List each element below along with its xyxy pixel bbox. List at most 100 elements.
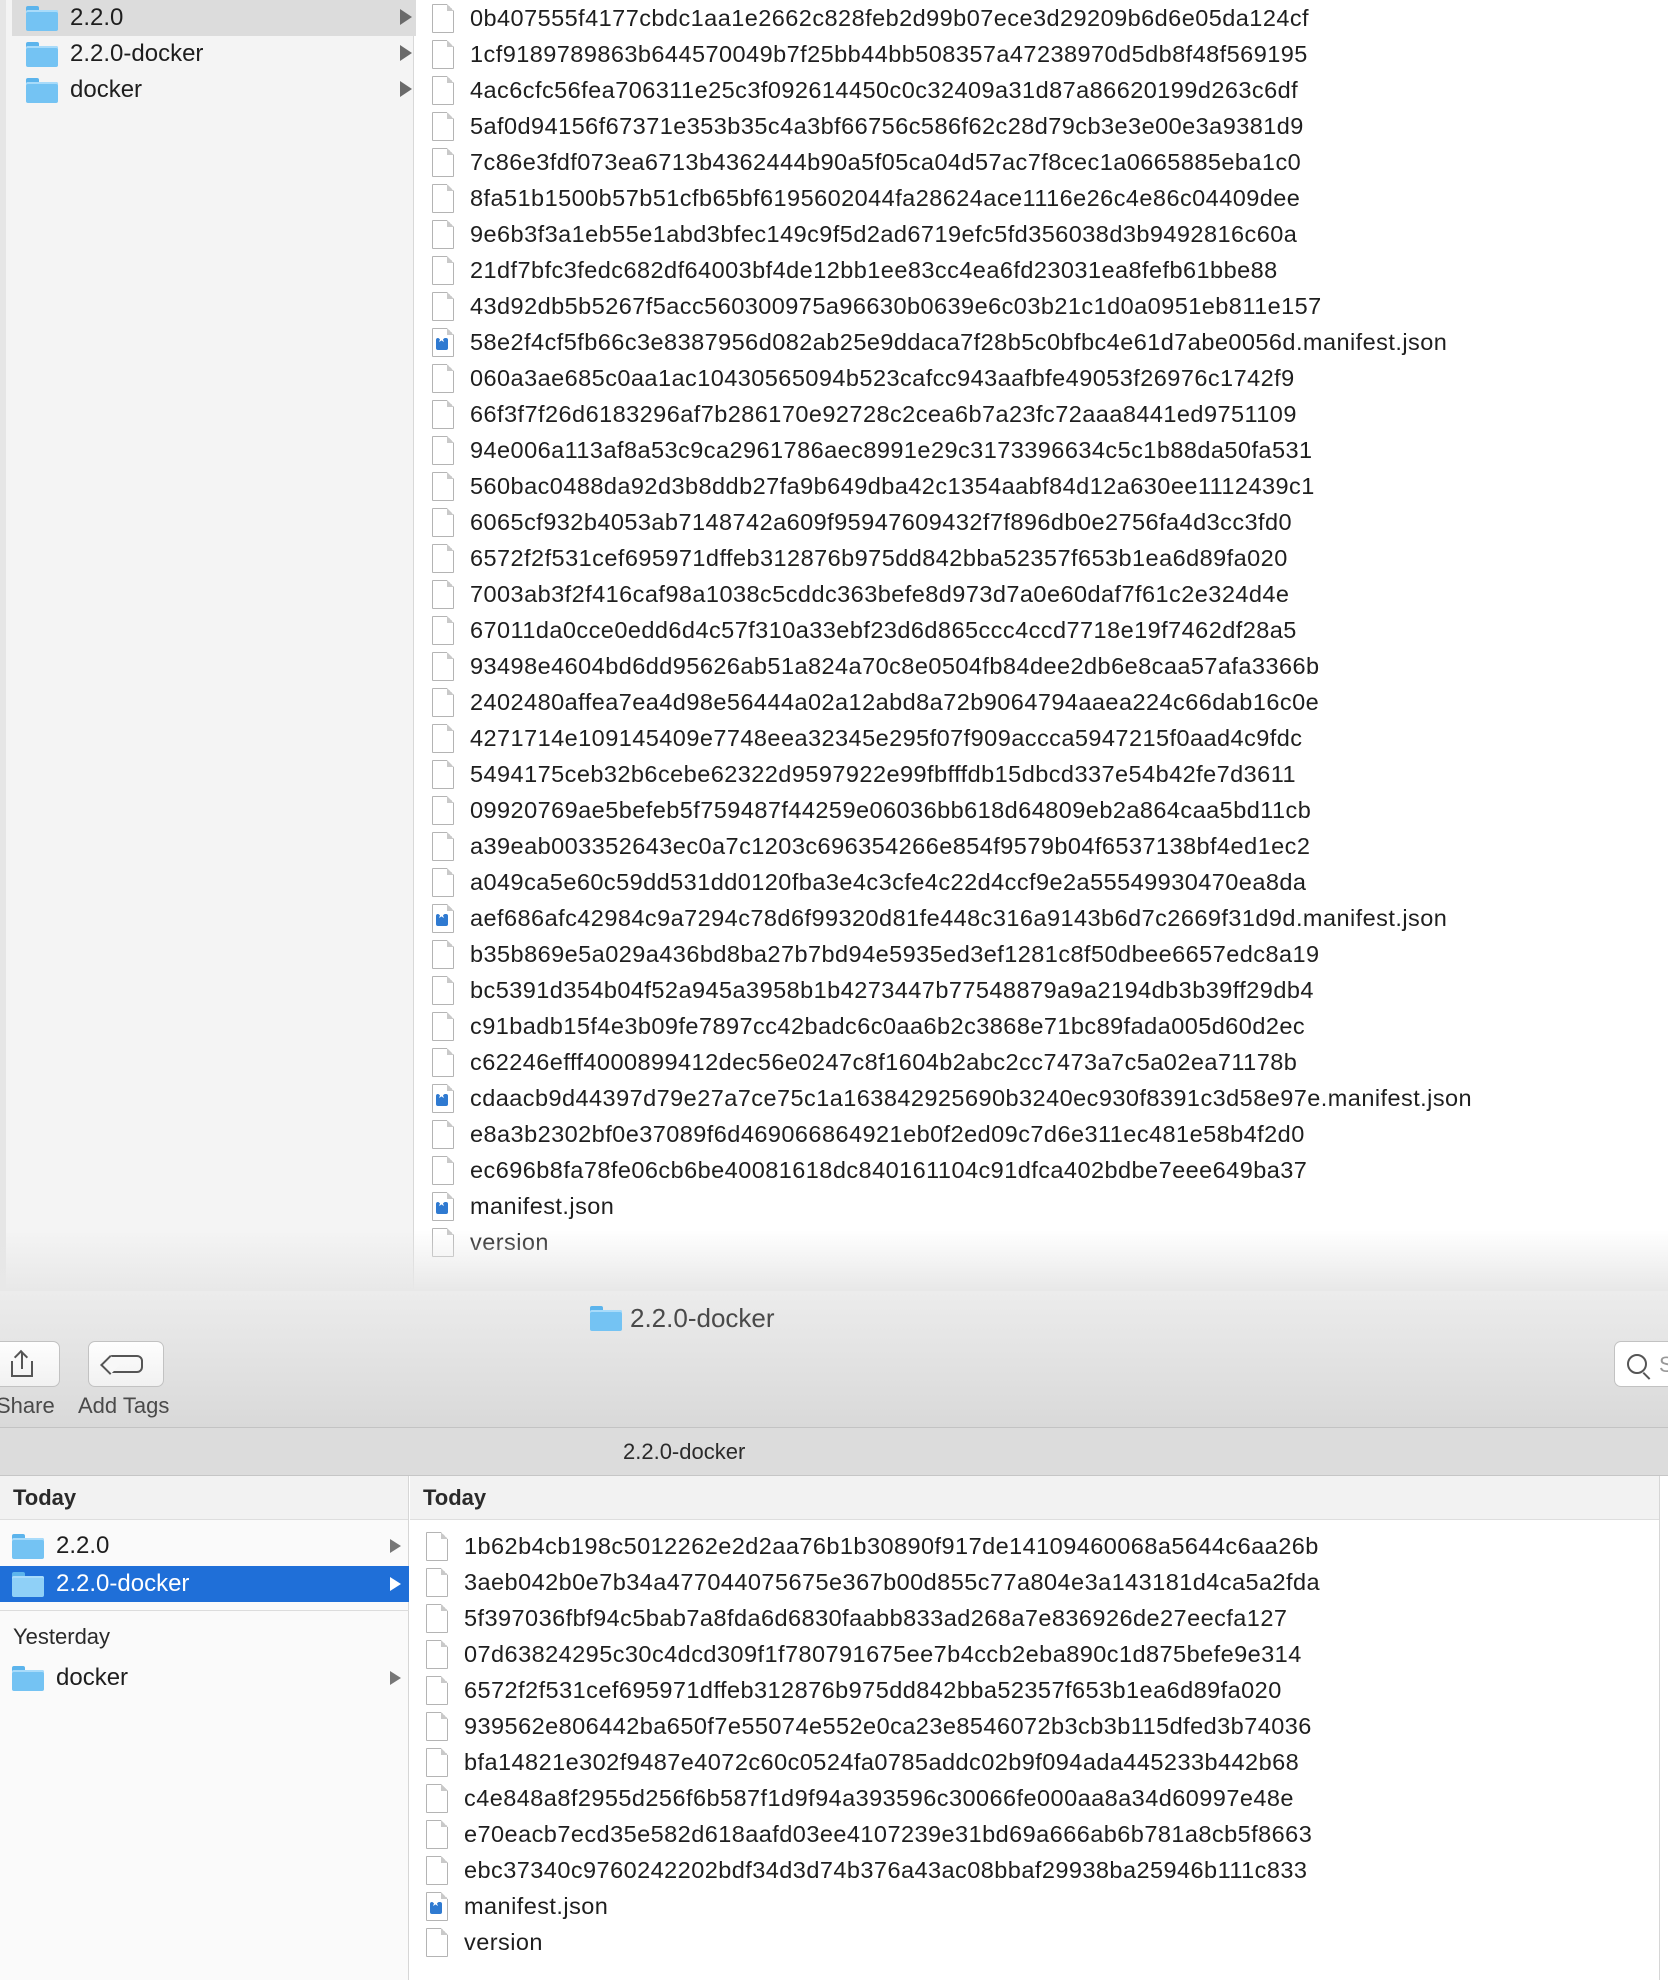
file-row[interactable]: 4271714e109145409e7748eea32345e295f07f90…: [432, 720, 1303, 756]
file-name: 939562e806442ba650f7e55074e552e0ca23e854…: [464, 1712, 1312, 1739]
file-row[interactable]: 060a3ae685c0aa1ac10430565094b523cafcc943…: [432, 360, 1295, 396]
file-row[interactable]: 6572f2f531cef695971dffeb312876b975dd842b…: [432, 540, 1288, 576]
upper-finder-window: 2.2.0 2.2.0-docker docker 0b407555f4177cbd…: [0, 0, 1668, 1291]
file-row[interactable]: c62246efff4000899412dec56e0247c8f1604b2a…: [432, 1044, 1297, 1080]
file-row[interactable]: 2402480affea7ea4d98e56444a02a12abd8a72b9…: [432, 684, 1319, 720]
file-row[interactable]: 560bac0488da92d3b8ddb27fa9b649dba42c1354…: [432, 468, 1315, 504]
file-row[interactable]: 7c86e3fdf073ea6713b4362444b90a5f05ca04d5…: [432, 144, 1301, 180]
document-icon: [432, 615, 454, 645]
file-row[interactable]: 94e006a113af8a53c9ca2961786aec8991e29c31…: [432, 432, 1313, 468]
file-name: 09920769ae5befeb5f759487f44259e06036bb61…: [470, 796, 1312, 823]
file-row[interactable]: 66f3f7f26d6183296af7b286170e92728c2cea6b…: [432, 396, 1297, 432]
file-row[interactable]: 1b62b4cb198c5012262e2d2aa76b1b30890f917d…: [426, 1528, 1319, 1564]
file-row[interactable]: ★ cdaacb9d44397d79e27a7ce75c1a16384292569…: [432, 1080, 1472, 1116]
file-row[interactable]: 8fa51b1500b57b51cfb65bf6195602044fa28624…: [432, 180, 1300, 216]
file-row[interactable]: 07d63824295c30c4dcd309f1f780791675ee7b4c…: [426, 1636, 1302, 1672]
folder-item[interactable]: 2.2.0-docker: [0, 1566, 409, 1602]
file-row[interactable]: 1cf9189789863b644570049b7f25bb44bb508357…: [432, 36, 1308, 72]
file-row[interactable]: 5494175ceb32b6cebe62322d9597922e99fbfffd…: [432, 756, 1296, 792]
search-placeholder: S: [1659, 1352, 1668, 1377]
document-icon: [432, 75, 454, 105]
folder-item[interactable]: docker: [12, 72, 420, 108]
document-icon: [432, 399, 454, 429]
file-name: 560bac0488da92d3b8ddb27fa9b649dba42c1354…: [470, 472, 1315, 499]
folder-label: docker: [70, 76, 143, 103]
folder-item[interactable]: 2.2.0: [12, 0, 420, 36]
file-row[interactable]: 09920769ae5befeb5f759487f44259e06036bb61…: [432, 792, 1311, 828]
file-list-section-header: Today: [410, 1476, 1659, 1520]
file-row[interactable]: 5af0d94156f67371e353b35c4a3bf66756c586f6…: [432, 108, 1304, 144]
disclosure-arrow-icon: [400, 45, 412, 61]
document-icon: [432, 435, 454, 465]
file-row[interactable]: a39eab003352643ec0a7c1203c696354266e854f…: [432, 828, 1310, 864]
file-row[interactable]: a049ca5e60c59dd531dd0120fba3e4c3cfe4c22d…: [432, 864, 1306, 900]
document-icon: [426, 1531, 448, 1561]
file-name: 21df7bfc3fedc682df64003bf4de12bb1ee83cc4…: [470, 256, 1278, 283]
folder-label: 2.2.0-docker: [70, 40, 204, 67]
file-row[interactable]: e8a3b2302bf0e37089f6d469066864921eb0f2ed…: [432, 1116, 1305, 1152]
folder-item[interactable]: 2.2.0-docker: [12, 36, 420, 72]
file-row[interactable]: 67011da0cce0edd6d4c57f310a33ebf23d6d865c…: [432, 612, 1297, 648]
document-icon: [432, 651, 454, 681]
search-field[interactable]: S: [1614, 1341, 1668, 1387]
file-name: c62246efff4000899412dec56e0247c8f1604b2a…: [470, 1048, 1298, 1075]
file-row[interactable]: ★ aef686afc42984c9a7294c78d6f99320d81fe44…: [432, 900, 1447, 936]
file-name: 6065cf932b4053ab7148742a609f95947609432f…: [470, 508, 1293, 535]
file-row[interactable]: 3aeb042b0e7b34a477044075675e367b00d855c7…: [426, 1564, 1320, 1600]
file-name: bc5391d354b04f52a945a3958b1b4273447b7754…: [470, 976, 1314, 1003]
file-row[interactable]: 21df7bfc3fedc682df64003bf4de12bb1ee83cc4…: [432, 252, 1278, 288]
folder-item[interactable]: docker: [0, 1660, 409, 1696]
document-icon: [432, 1047, 454, 1077]
document-icon: [432, 867, 454, 897]
document-icon: [432, 3, 454, 33]
file-row[interactable]: 7003ab3f2f416caf98a1038c5cddc363befe8d97…: [432, 576, 1289, 612]
document-icon: [432, 219, 454, 249]
document-icon: [426, 1711, 448, 1741]
document-icon: [432, 183, 454, 213]
sidebar-divider: [0, 1610, 409, 1611]
file-row[interactable]: ebc37340c9760242202bdf34d3d74b376a43ac08…: [426, 1852, 1307, 1888]
file-row[interactable]: bc5391d354b04f52a945a3958b1b4273447b7754…: [432, 972, 1314, 1008]
file-row[interactable]: 0b407555f4177cbdc1aa1e2662c828feb2d99b07…: [432, 0, 1309, 36]
json-file-icon: ★: [432, 903, 454, 933]
document-icon: [432, 147, 454, 177]
json-file-icon: ★: [432, 1191, 454, 1221]
file-row[interactable]: 6065cf932b4053ab7148742a609f95947609432f…: [432, 504, 1292, 540]
document-icon: [432, 39, 454, 69]
file-row[interactable]: version: [432, 1224, 549, 1260]
file-name: manifest.json: [464, 1892, 609, 1919]
file-row[interactable]: version: [426, 1924, 543, 1960]
file-row[interactable]: e70eacb7ecd35e582d618aafd03ee4107239e31b…: [426, 1816, 1312, 1852]
file-row[interactable]: 43d92db5b5267f5acc560300975a96630b0639e6…: [432, 288, 1322, 324]
file-row[interactable]: c91badb15f4e3b09fe7897cc42badc6c0aa6b2c3…: [432, 1008, 1305, 1044]
file-row[interactable]: b35b869e5a029a436bd8ba27b7bd94e5935ed3ef…: [432, 936, 1320, 972]
file-row[interactable]: bfa14821e302f9487e4072c60c0524fa0785addc…: [426, 1744, 1299, 1780]
folder-icon: [12, 1665, 44, 1691]
document-icon: [432, 471, 454, 501]
file-row[interactable]: 5f397036fbf94c5bab7a8fda6d6830faabb833ad…: [426, 1600, 1287, 1636]
file-name: a049ca5e60c59dd531dd0120fba3e4c3cfe4c22d…: [470, 868, 1307, 895]
folder-item[interactable]: 2.2.0: [0, 1528, 409, 1564]
file-row[interactable]: 93498e4604bd6dd95626ab51a824a70c8e0504fb…: [432, 648, 1320, 684]
folder-label: 2.2.0: [56, 1532, 110, 1559]
share-button[interactable]: [0, 1341, 60, 1387]
file-name: ec696b8fa78fe06cb6be40081618dc840161104c…: [470, 1156, 1308, 1183]
file-row[interactable]: 9e6b3f3a1eb55e1abd3bfec149c9f5d2ad6719ef…: [432, 216, 1297, 252]
file-name: ebc37340c9760242202bdf34d3d74b376a43ac08…: [464, 1856, 1308, 1883]
share-label: Share: [0, 1393, 55, 1418]
window-title: 2.2.0-docker: [590, 1303, 775, 1334]
json-file-icon: ★: [432, 1083, 454, 1113]
file-row[interactable]: ★ manifest.json: [426, 1888, 608, 1924]
document-icon: [426, 1855, 448, 1885]
file-row[interactable]: ★ manifest.json: [432, 1188, 614, 1224]
file-row[interactable]: 939562e806442ba650f7e55074e552e0ca23e854…: [426, 1708, 1312, 1744]
add-tags-button[interactable]: [88, 1341, 164, 1387]
file-row[interactable]: 4ac6cfc56fea706311e25c3f092614450c0c3240…: [432, 72, 1298, 108]
file-row[interactable]: ★ 58e2f4cf5fb66c3e8387956d082ab25e9ddaca7…: [432, 324, 1447, 360]
window-title-label: 2.2.0-docker: [630, 1303, 775, 1333]
file-row[interactable]: c4e848a8f2955d256f6b587f1d9f94a393596c30…: [426, 1780, 1294, 1816]
file-row[interactable]: 6572f2f531cef695971dffeb312876b975dd842b…: [426, 1672, 1282, 1708]
file-name: 4271714e109145409e7748eea32345e295f07f90…: [470, 724, 1303, 751]
file-row[interactable]: ec696b8fa78fe06cb6be40081618dc840161104c…: [432, 1152, 1307, 1188]
file-name: 9e6b3f3a1eb55e1abd3bfec149c9f5d2ad6719ef…: [470, 220, 1298, 247]
